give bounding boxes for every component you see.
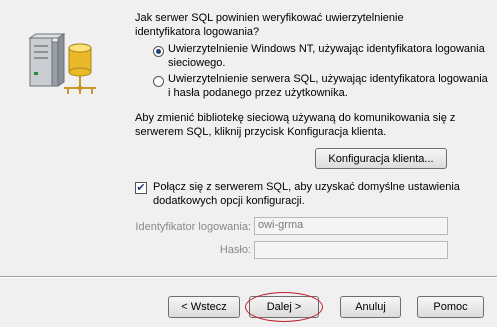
auth-question: Jak serwer SQL powinien weryfikować uwie… [135,12,404,38]
password-input[interactable] [254,241,448,259]
annotation-circle [245,292,323,322]
connect-checkbox-label[interactable]: Połącz się z serwerem SQL, aby uzyskać d… [153,180,473,208]
windows-auth-radio[interactable] [153,46,164,57]
help-button[interactable]: Pomoc [417,296,484,318]
server-database-icon [24,32,104,98]
sql-auth-radio[interactable] [153,76,164,87]
client-config-info: Aby zmienić bibliotekę sieciową używaną … [135,112,456,138]
password-label: Hasło: [219,244,251,256]
client-config-button[interactable]: Konfiguracja klienta... [315,148,447,169]
windows-auth-label[interactable]: Uwierzytelnienie Windows NT, używając id… [168,42,488,70]
connect-checkbox[interactable]: ✔ [135,182,147,194]
footer-divider [0,276,497,278]
sql-auth-label[interactable]: Uwierzytelnienie serwera SQL, używając i… [168,72,488,100]
login-label: Identyfikator logowania: [135,221,251,233]
login-input[interactable]: owi-grma [254,217,448,235]
cancel-button[interactable]: Anuluj [340,296,401,318]
back-button[interactable]: < Wstecz [168,296,240,318]
